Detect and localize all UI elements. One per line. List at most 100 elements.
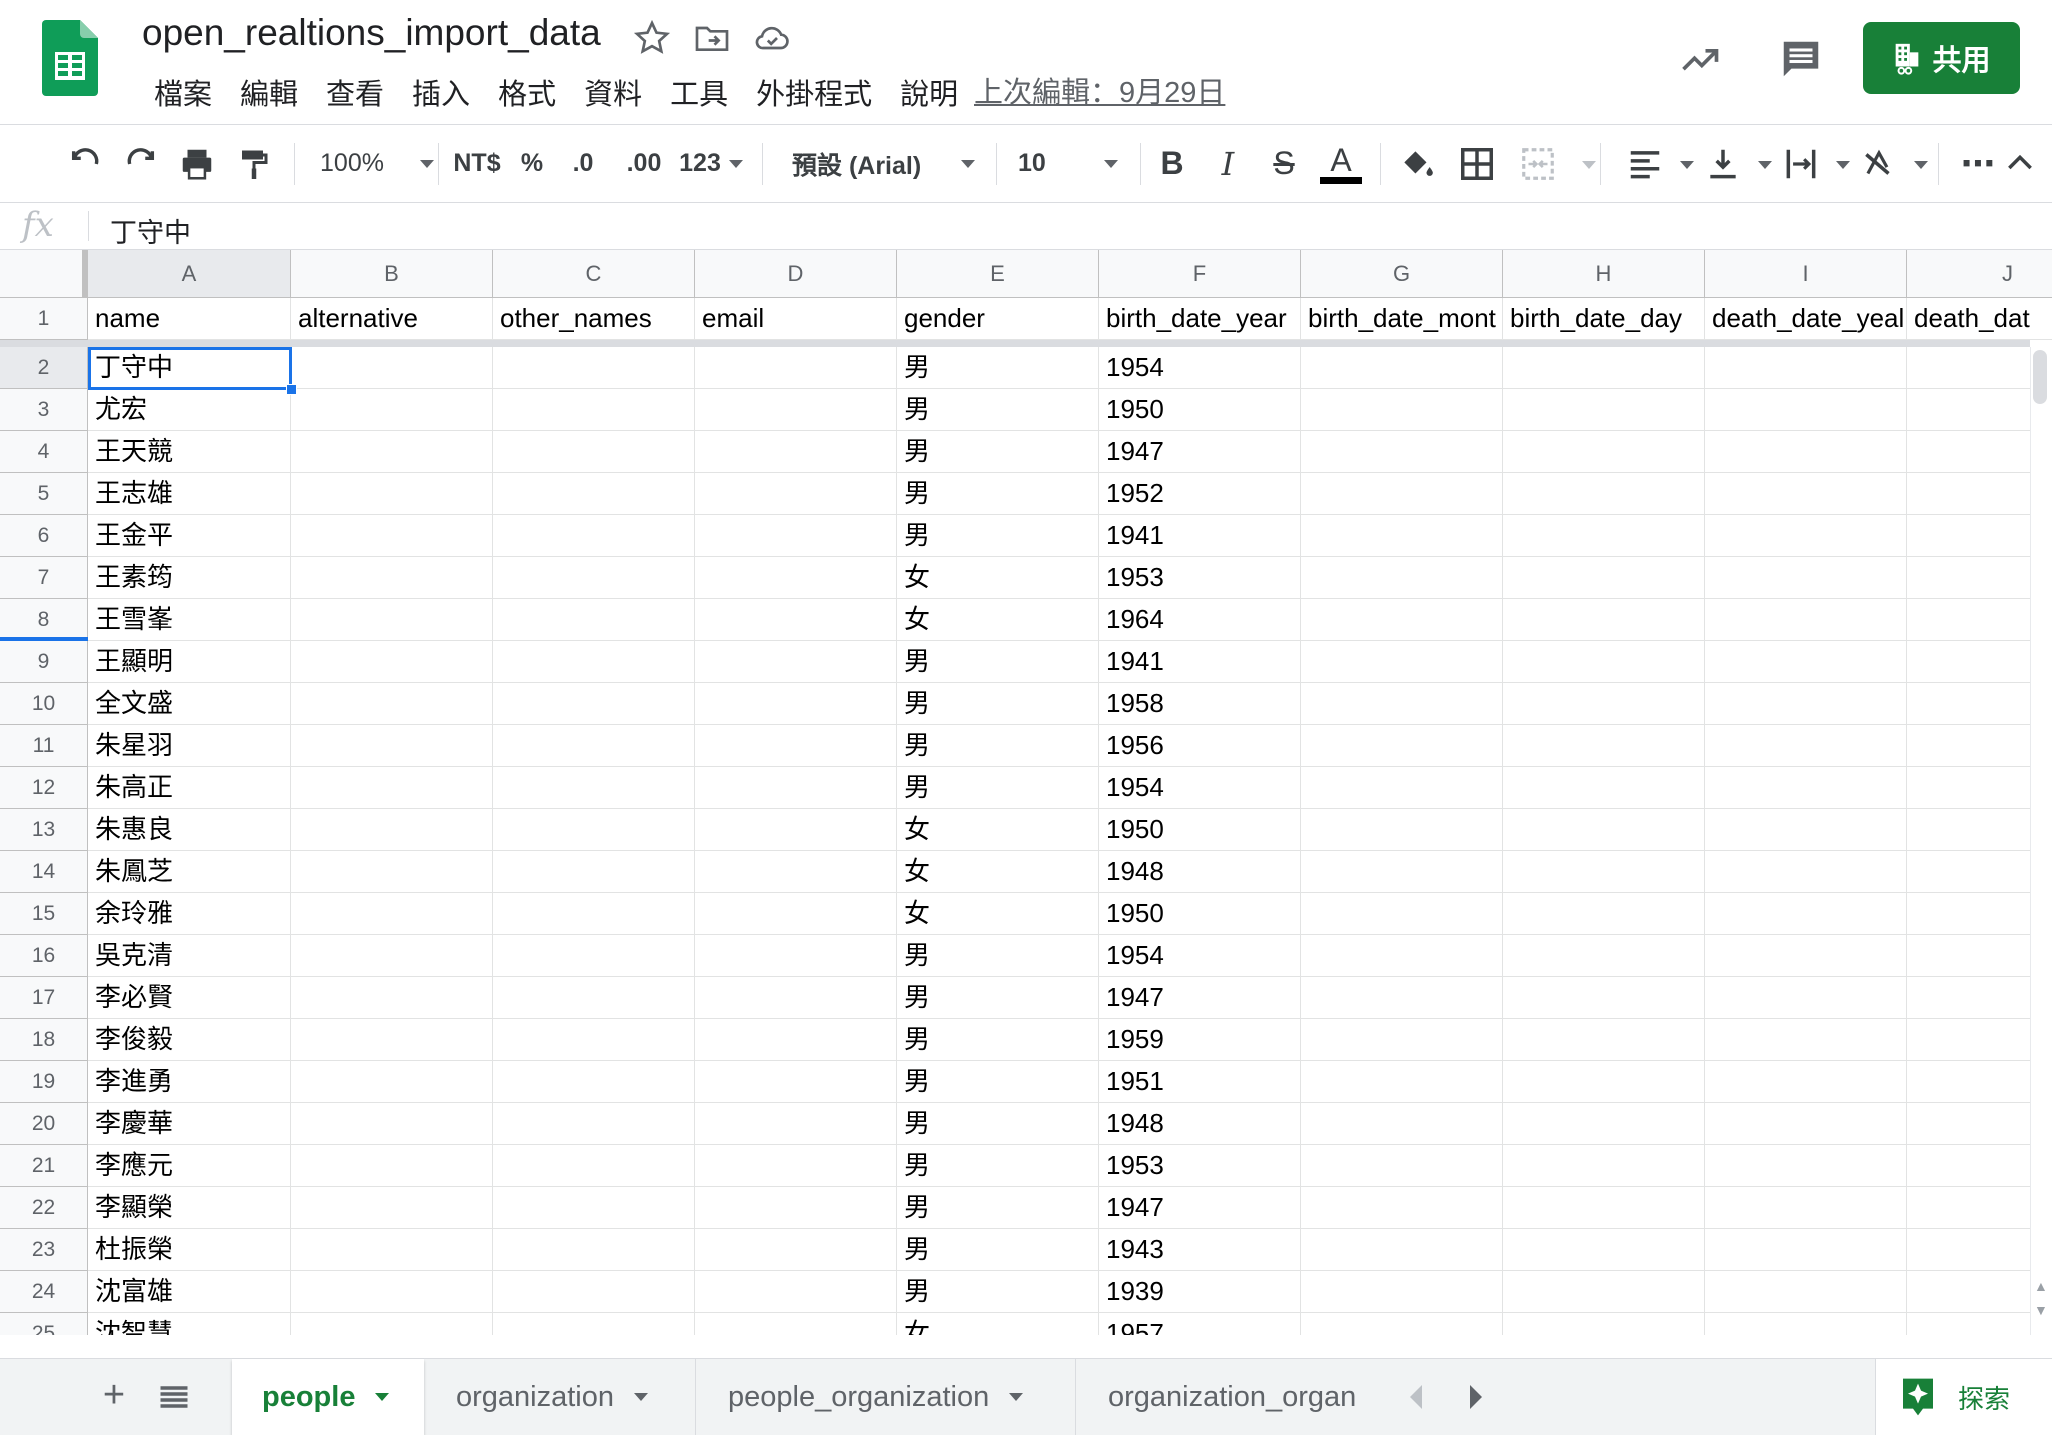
column-header-j[interactable]: J — [1907, 250, 2052, 298]
chevron-down-icon[interactable] — [1914, 161, 1928, 169]
row-header[interactable]: 20 — [0, 1103, 88, 1145]
header-cell-d[interactable]: email — [695, 298, 897, 340]
table-cell[interactable] — [493, 683, 695, 725]
birth-year-cell[interactable]: 1947 — [1099, 431, 1301, 473]
table-cell[interactable] — [1503, 851, 1705, 893]
name-cell[interactable]: 沈智慧 — [88, 1313, 291, 1335]
table-cell[interactable] — [1705, 1061, 1907, 1103]
table-cell[interactable] — [1705, 347, 1907, 389]
sheet-tab-people-organization[interactable]: people_organization — [698, 1359, 1076, 1435]
table-cell[interactable] — [1503, 515, 1705, 557]
row-header[interactable]: 16 — [0, 935, 88, 977]
row-header[interactable]: 9 — [0, 641, 88, 683]
chevron-up-icon[interactable] — [2004, 147, 2036, 181]
gender-cell[interactable]: 男 — [897, 641, 1099, 683]
table-cell[interactable] — [695, 1313, 897, 1335]
table-cell[interactable] — [695, 389, 897, 431]
birth-year-cell[interactable]: 1947 — [1099, 1187, 1301, 1229]
table-cell[interactable] — [1301, 599, 1503, 641]
gender-cell[interactable]: 女 — [897, 599, 1099, 641]
birth-year-cell[interactable]: 1957 — [1099, 1313, 1301, 1335]
name-cell[interactable]: 杜振榮 — [88, 1229, 291, 1271]
menu-format[interactable]: 格式 — [484, 74, 570, 116]
table-cell[interactable] — [695, 1019, 897, 1061]
gender-cell[interactable]: 女 — [897, 851, 1099, 893]
table-cell[interactable] — [1503, 1271, 1705, 1313]
name-cell[interactable]: 全文盛 — [88, 683, 291, 725]
header-cell-h[interactable]: birth_date_day — [1503, 298, 1705, 340]
table-cell[interactable] — [1705, 1145, 1907, 1187]
name-cell[interactable]: 朱鳳芝 — [88, 851, 291, 893]
table-cell[interactable] — [493, 1061, 695, 1103]
row-header[interactable]: 7 — [0, 557, 88, 599]
table-cell[interactable] — [1503, 893, 1705, 935]
trending-up-icon[interactable] — [1678, 38, 1722, 82]
birth-year-cell[interactable]: 1954 — [1099, 767, 1301, 809]
birth-year-cell[interactable]: 1951 — [1099, 1061, 1301, 1103]
table-cell[interactable] — [1705, 1103, 1907, 1145]
table-cell[interactable] — [695, 1145, 897, 1187]
chevron-down-icon[interactable] — [1836, 161, 1850, 169]
chevron-down-icon[interactable] — [1582, 161, 1596, 169]
table-cell[interactable] — [1503, 977, 1705, 1019]
paint-format-icon[interactable] — [236, 145, 272, 183]
menu-insert[interactable]: 插入 — [398, 74, 484, 116]
table-cell[interactable] — [1301, 1187, 1503, 1229]
table-cell[interactable] — [291, 767, 493, 809]
merge-cells-icon[interactable] — [1518, 145, 1558, 183]
table-cell[interactable] — [1503, 1187, 1705, 1229]
table-cell[interactable] — [695, 977, 897, 1019]
gender-cell[interactable]: 男 — [897, 725, 1099, 767]
birth-year-cell[interactable]: 1950 — [1099, 389, 1301, 431]
birth-year-cell[interactable]: 1948 — [1099, 1103, 1301, 1145]
birth-year-cell[interactable]: 1958 — [1099, 683, 1301, 725]
name-cell[interactable]: 王志雄 — [88, 473, 291, 515]
table-cell[interactable] — [493, 1187, 695, 1229]
table-cell[interactable] — [695, 473, 897, 515]
table-cell[interactable] — [1705, 893, 1907, 935]
table-cell[interactable] — [1705, 1313, 1907, 1335]
table-cell[interactable] — [1503, 431, 1705, 473]
birth-year-cell[interactable]: 1947 — [1099, 977, 1301, 1019]
table-cell[interactable] — [291, 557, 493, 599]
chevron-down-icon[interactable] — [1680, 161, 1694, 169]
row-header[interactable]: 17 — [0, 977, 88, 1019]
table-cell[interactable] — [291, 515, 493, 557]
formula-input[interactable]: 丁守中 — [110, 211, 191, 250]
birth-year-cell[interactable]: 1954 — [1099, 347, 1301, 389]
table-cell[interactable] — [695, 557, 897, 599]
table-cell[interactable] — [1301, 431, 1503, 473]
table-cell[interactable] — [695, 725, 897, 767]
table-cell[interactable] — [1503, 473, 1705, 515]
font-family-select[interactable]: 預設 (Arial) — [778, 125, 992, 202]
gender-cell[interactable]: 男 — [897, 1019, 1099, 1061]
birth-year-cell[interactable]: 1952 — [1099, 473, 1301, 515]
gender-cell[interactable]: 女 — [897, 809, 1099, 851]
table-cell[interactable] — [695, 1103, 897, 1145]
gender-cell[interactable]: 男 — [897, 347, 1099, 389]
table-cell[interactable] — [291, 389, 493, 431]
name-cell[interactable]: 王金平 — [88, 515, 291, 557]
table-cell[interactable] — [1705, 683, 1907, 725]
table-cell[interactable] — [1301, 1061, 1503, 1103]
header-cell-b[interactable]: alternative — [291, 298, 493, 340]
name-cell[interactable]: 李應元 — [88, 1145, 291, 1187]
text-rotation-icon[interactable] — [1860, 145, 1898, 183]
table-cell[interactable] — [291, 851, 493, 893]
table-cell[interactable] — [1301, 347, 1503, 389]
name-cell[interactable]: 吳克清 — [88, 935, 291, 977]
name-cell[interactable]: 王素筠 — [88, 557, 291, 599]
table-cell[interactable] — [291, 1061, 493, 1103]
table-cell[interactable] — [695, 515, 897, 557]
gender-cell[interactable]: 男 — [897, 389, 1099, 431]
table-cell[interactable] — [493, 1313, 695, 1335]
gender-cell[interactable]: 男 — [897, 1061, 1099, 1103]
fill-color-icon[interactable] — [1398, 145, 1436, 183]
table-cell[interactable] — [493, 725, 695, 767]
table-cell[interactable] — [493, 557, 695, 599]
table-cell[interactable] — [493, 389, 695, 431]
table-cell[interactable] — [1301, 515, 1503, 557]
gender-cell[interactable]: 男 — [897, 767, 1099, 809]
table-cell[interactable] — [1301, 809, 1503, 851]
row-header[interactable]: 14 — [0, 851, 88, 893]
